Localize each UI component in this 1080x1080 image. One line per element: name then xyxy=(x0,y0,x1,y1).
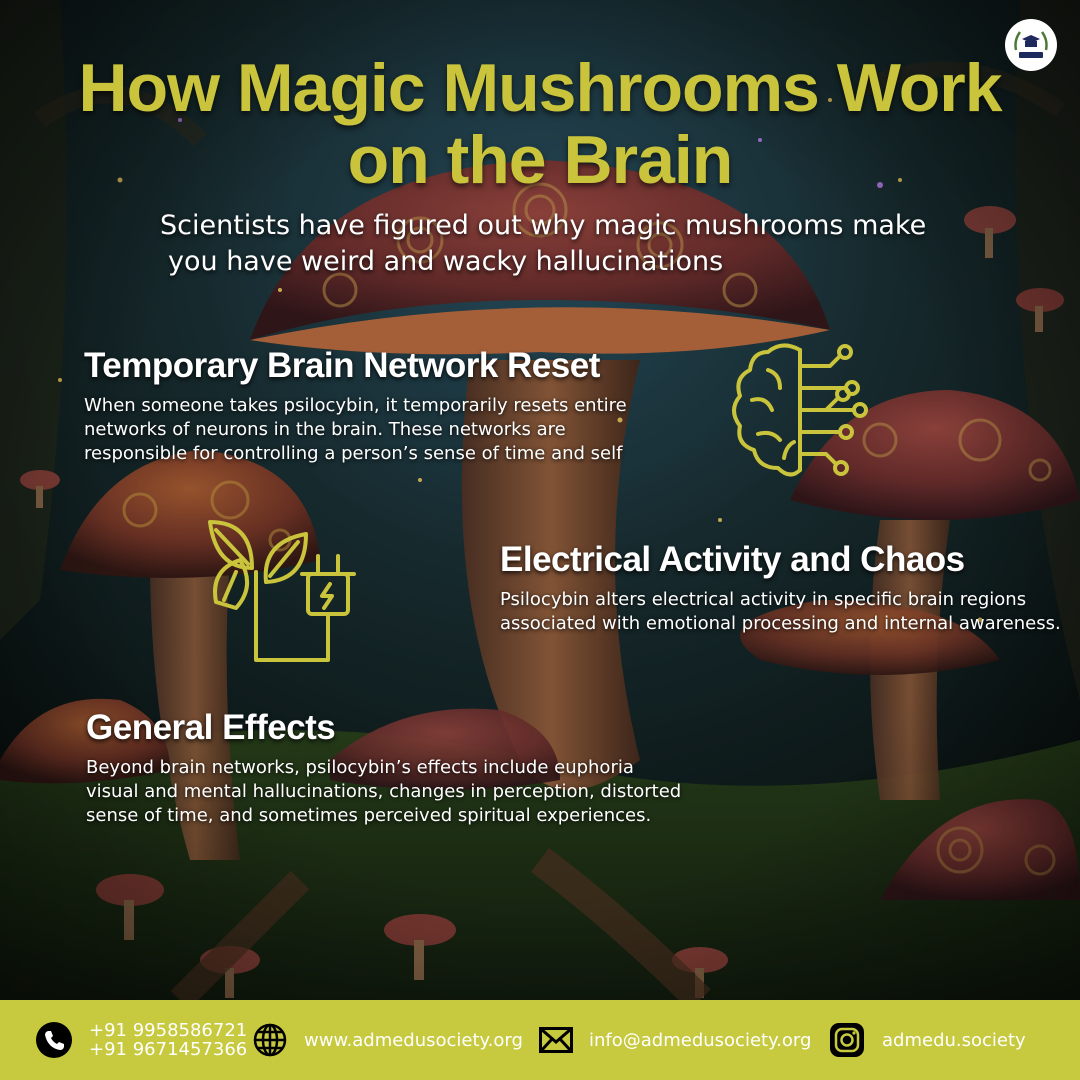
email-link[interactable]: info@admedusociety.org xyxy=(589,1030,811,1051)
mail-icon xyxy=(539,1027,573,1053)
section-heading: Temporary Brain Network Reset xyxy=(84,346,600,385)
phone-icon xyxy=(36,1022,72,1058)
section-brain-network-reset: Temporary Brain Network Reset When someo… xyxy=(84,346,644,466)
phone-number-1[interactable]: +91 9958586721 xyxy=(89,1021,247,1040)
page-title-line1: How Magic Mushrooms Work xyxy=(78,50,1002,126)
page-title-line2: on the Brain xyxy=(347,122,734,198)
section-general-effects: General Effects Beyond brain networks, p… xyxy=(86,708,686,828)
website-link[interactable]: www.admedusociety.org xyxy=(304,1030,523,1051)
section-body: When someone takes psilocybin, it tempor… xyxy=(84,395,627,464)
instagram-handle[interactable]: admedu.society xyxy=(882,1030,1026,1051)
section-electrical-activity: Electrical Activity and Chaos Psilocybin… xyxy=(500,540,1070,636)
footer-contact-bar: +91 9958586721 +91 9671457366 www.admedu… xyxy=(0,1000,1080,1080)
footer-email[interactable]: info@admedusociety.org xyxy=(539,1000,811,1080)
page-title: How Magic Mushrooms Work on the Brain xyxy=(0,52,1080,196)
section-body: Beyond brain networks, psilocybin’s effe… xyxy=(86,757,682,826)
footer-instagram[interactable]: admedu.society xyxy=(828,1000,1026,1080)
section-heading: General Effects xyxy=(86,708,336,747)
section-body: Psilocybin alters electrical activity in… xyxy=(500,589,1061,634)
leaf-plug-icon xyxy=(208,520,356,662)
instagram-icon xyxy=(830,1023,864,1057)
subtitle-line2: you have weird and wacky hallucinations xyxy=(168,246,724,277)
globe-icon xyxy=(253,1023,287,1057)
brain-circuit-icon xyxy=(732,343,868,477)
footer-website[interactable]: www.admedusociety.org xyxy=(252,1000,523,1080)
footer-phones: +91 9958586721 +91 9671457366 xyxy=(36,1000,247,1080)
phone-number-2[interactable]: +91 9671457366 xyxy=(89,1040,247,1059)
subtitle: Scientists have figured out why magic mu… xyxy=(160,208,960,280)
section-heading: Electrical Activity and Chaos xyxy=(500,540,965,579)
subtitle-line1: Scientists have figured out why magic mu… xyxy=(160,210,927,241)
